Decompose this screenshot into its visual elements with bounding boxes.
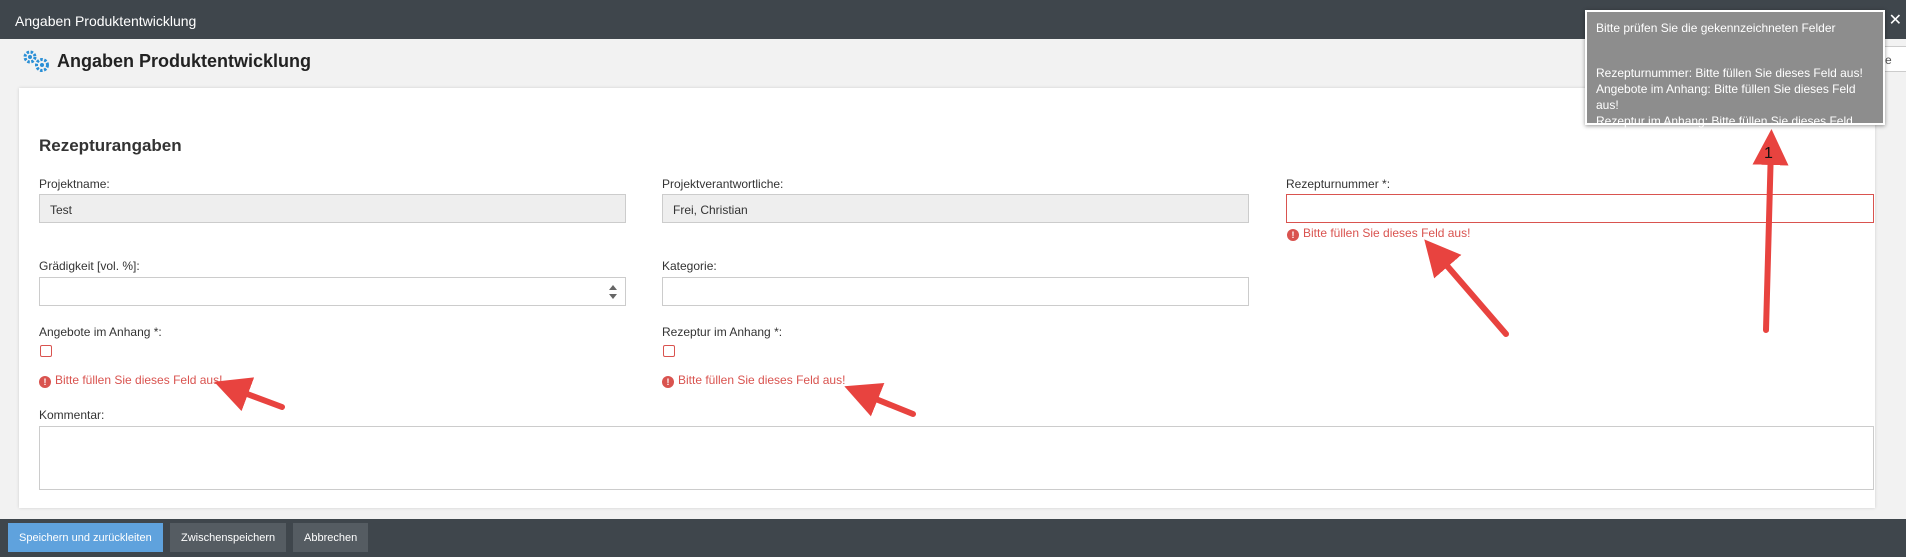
angebote-error-text: Bitte füllen Sie dieses Feld aus! bbox=[55, 373, 223, 387]
kategorie-label: Kategorie: bbox=[662, 259, 717, 273]
number-spinner-icon[interactable] bbox=[609, 285, 617, 299]
save-draft-button[interactable]: Zwischenspeichern bbox=[170, 523, 287, 552]
validation-toast[interactable]: Bitte prüfen Sie die gekennzeichneten Fe… bbox=[1585, 10, 1885, 144]
projektname-label: Projektname: bbox=[39, 177, 110, 191]
angebote-error: ! Bitte füllen Sie dieses Feld aus! bbox=[39, 373, 222, 388]
rezeptur-anhang-label: Rezeptur im Anhang *: bbox=[662, 325, 783, 339]
close-icon[interactable]: ✕ bbox=[1889, 10, 1902, 30]
gears-icon bbox=[23, 50, 49, 72]
toast-line: Rezepturnummer: Bitte füllen Sie dieses … bbox=[1596, 66, 1863, 80]
error-icon: ! bbox=[662, 376, 674, 388]
rezepturnummer-error: ! Bitte füllen Sie dieses Feld aus! bbox=[1287, 226, 1470, 241]
error-icon: ! bbox=[39, 376, 51, 388]
projektverantwortliche-field[interactable]: Frei, Christian bbox=[662, 194, 1249, 223]
kommentar-textarea[interactable] bbox=[39, 426, 1874, 490]
rezeptur-anhang-error: ! Bitte füllen Sie dieses Feld aus! bbox=[662, 373, 845, 388]
section-title: Rezepturangaben bbox=[39, 136, 182, 155]
kommentar-label: Kommentar: bbox=[39, 408, 105, 422]
graedigkeit-label: Grädigkeit [vol. %]: bbox=[39, 259, 140, 273]
window-title: Angaben Produktentwicklung bbox=[15, 13, 197, 29]
error-icon: ! bbox=[1287, 229, 1299, 241]
rezeptur-anhang-error-text: Bitte füllen Sie dieses Feld aus! bbox=[678, 373, 846, 387]
save-and-forward-button[interactable]: Speichern und zurückleiten bbox=[8, 523, 163, 552]
toast-heading: Bitte prüfen Sie die gekennzeichneten Fe… bbox=[1596, 21, 1836, 35]
kategorie-field[interactable] bbox=[662, 277, 1249, 306]
toast-line: Rezeptur im Anhang: Bitte füllen Sie die… bbox=[1596, 114, 1853, 144]
angebote-label: Angebote im Anhang *: bbox=[39, 325, 162, 339]
rezeptur-anhang-checkbox[interactable] bbox=[663, 345, 675, 357]
rezepturnummer-label: Rezepturnummer *: bbox=[1286, 177, 1391, 191]
page-title: Angaben Produktentwicklung bbox=[57, 51, 312, 71]
rezepturnummer-error-text: Bitte füllen Sie dieses Feld aus! bbox=[1303, 226, 1471, 240]
rezepturnummer-field[interactable] bbox=[1286, 194, 1874, 223]
graedigkeit-field[interactable] bbox=[39, 277, 626, 306]
toast-line: Angebote im Anhang: Bitte füllen Sie die… bbox=[1596, 82, 1856, 112]
angebote-checkbox[interactable] bbox=[40, 345, 52, 357]
projektverantwortliche-label: Projektverantwortliche: bbox=[662, 177, 784, 191]
cancel-button[interactable]: Abbrechen bbox=[293, 523, 369, 552]
projektname-field[interactable]: Test bbox=[39, 194, 626, 223]
